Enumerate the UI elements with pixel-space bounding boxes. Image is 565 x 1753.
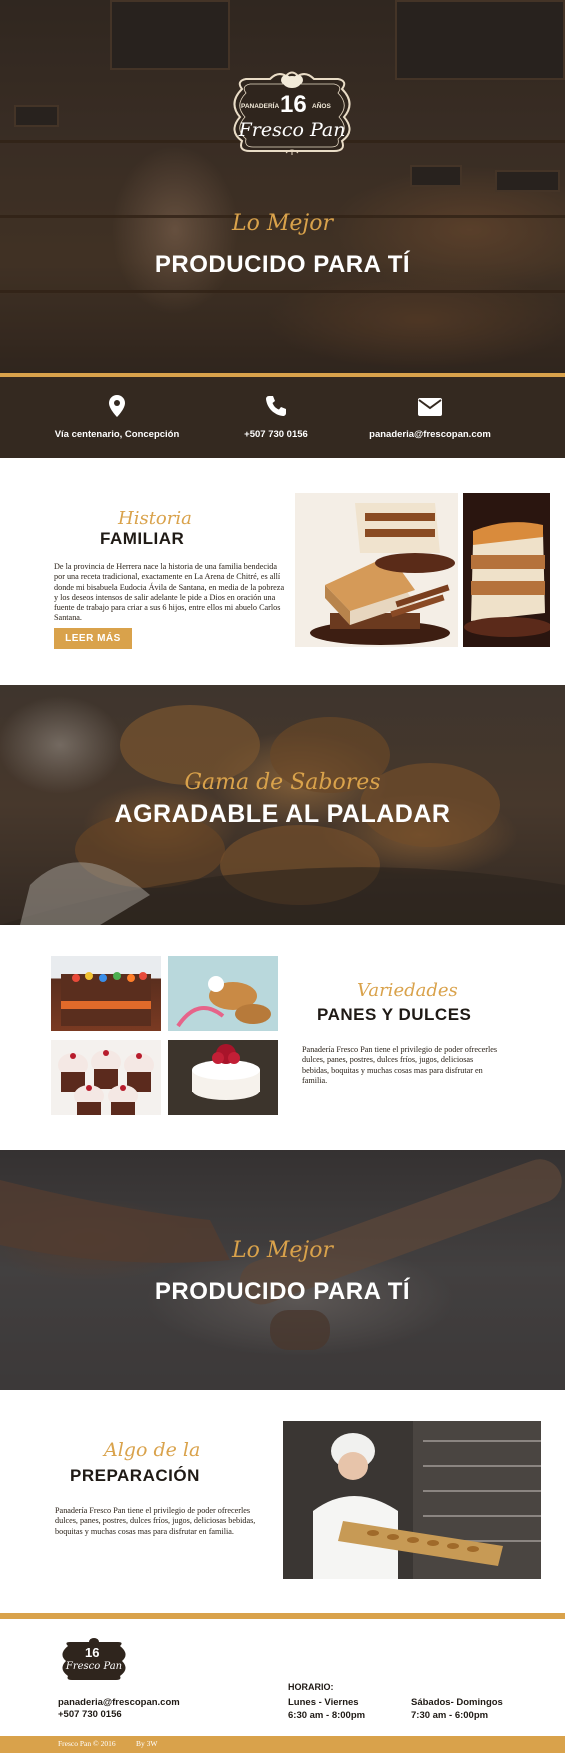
gama-script-heading: Gama de Sabores bbox=[184, 770, 381, 795]
schedule-weekdays: Lunes - Viernes 6:30 am - 8:00pm bbox=[288, 1697, 365, 1722]
logo-name: Fresco Pan bbox=[238, 119, 346, 141]
phone-icon bbox=[266, 396, 286, 416]
historia-title: FAMILIAR bbox=[100, 529, 185, 548]
hero-logo[interactable]: PANADERÍA 16 AÑOS Fresco Pan bbox=[222, 67, 362, 159]
mejor-title: PRODUCIDO PARA TÍ bbox=[154, 1278, 411, 1305]
hero-script-heading: Lo Mejor bbox=[232, 211, 333, 236]
credit-text[interactable]: By 3W bbox=[136, 1739, 157, 1748]
schedule-weekend: Sábados- Domingos 7:30 am - 6:00pm bbox=[411, 1697, 503, 1722]
variedades-title: PANES Y DULCES bbox=[317, 1005, 472, 1024]
carrot-cake-photo bbox=[295, 493, 458, 647]
footer-logo-years: 16 bbox=[85, 1645, 100, 1660]
logo-badge-icon bbox=[62, 1638, 126, 1680]
contact-email-label: panaderia@frescopan.com bbox=[369, 429, 491, 440]
gama-title: AGRADABLE AL PALADAR bbox=[114, 800, 451, 828]
cake-slice-photo bbox=[463, 493, 550, 647]
rose-cake-photo bbox=[168, 1040, 278, 1115]
schedule-hours: 7:30 am - 6:00pm bbox=[411, 1709, 489, 1721]
footer-horario-heading: HORARIO: bbox=[288, 1682, 334, 1692]
preparacion-script-heading: Algo de la bbox=[104, 1439, 201, 1461]
footer-logo-name: Fresco Pan bbox=[65, 1661, 123, 1672]
croissants-photo bbox=[168, 956, 278, 1031]
footer-logo[interactable]: 16 Fresco Pan bbox=[56, 1636, 132, 1684]
cupcakes-photo bbox=[51, 1040, 161, 1115]
copyright-bar: Fresco Pan © 2016 By 3W bbox=[0, 1736, 565, 1753]
variedades-script-heading: Variedades bbox=[357, 980, 458, 1001]
footer-phone[interactable]: +507 730 0156 bbox=[58, 1709, 122, 1720]
footer-divider bbox=[0, 1613, 565, 1619]
hero-title: PRODUCIDO PARA TÍ bbox=[154, 251, 411, 278]
location-pin-icon bbox=[109, 395, 125, 417]
schedule-days: Sábados- Domingos bbox=[411, 1697, 503, 1708]
historia-script-heading: Historia bbox=[118, 508, 192, 529]
copyright-text: Fresco Pan © 2016 bbox=[58, 1739, 116, 1748]
logo-years-number: 16 bbox=[280, 91, 307, 118]
variedades-paragraph: Panadería Fresco Pan tiene el privilegio… bbox=[302, 1045, 498, 1085]
baker-photo bbox=[283, 1421, 541, 1579]
schedule-days: Lunes - Viernes bbox=[288, 1697, 359, 1708]
candy-cake-photo bbox=[51, 956, 161, 1031]
schedule-hours: 6:30 am - 8:00pm bbox=[288, 1709, 366, 1721]
preparacion-title: PREPARACIÓN bbox=[70, 1466, 200, 1485]
mejor-script-heading: Lo Mejor bbox=[232, 1238, 333, 1263]
footer-email[interactable]: panaderia@frescopan.com bbox=[58, 1697, 180, 1708]
logo-word-panaderia: PANADERÍA bbox=[241, 103, 280, 110]
contact-bar: Vía centenario, Concepción +507 730 0156… bbox=[0, 377, 565, 458]
read-more-button[interactable]: LEER MÁS bbox=[54, 628, 132, 649]
hero-banner: PANADERÍA 16 AÑOS Fresco Pan bbox=[0, 0, 565, 373]
preparacion-paragraph: Panadería Fresco Pan tiene el privilegio… bbox=[55, 1506, 256, 1536]
hero-overlay bbox=[0, 0, 565, 373]
rolling-pin-photo bbox=[0, 1150, 565, 1390]
logo-years-word: AÑOS bbox=[312, 103, 331, 110]
envelope-icon bbox=[418, 398, 442, 416]
historia-paragraph: De la provincia de Herrera nace la histo… bbox=[54, 562, 285, 623]
mejor-banner bbox=[0, 1150, 565, 1390]
